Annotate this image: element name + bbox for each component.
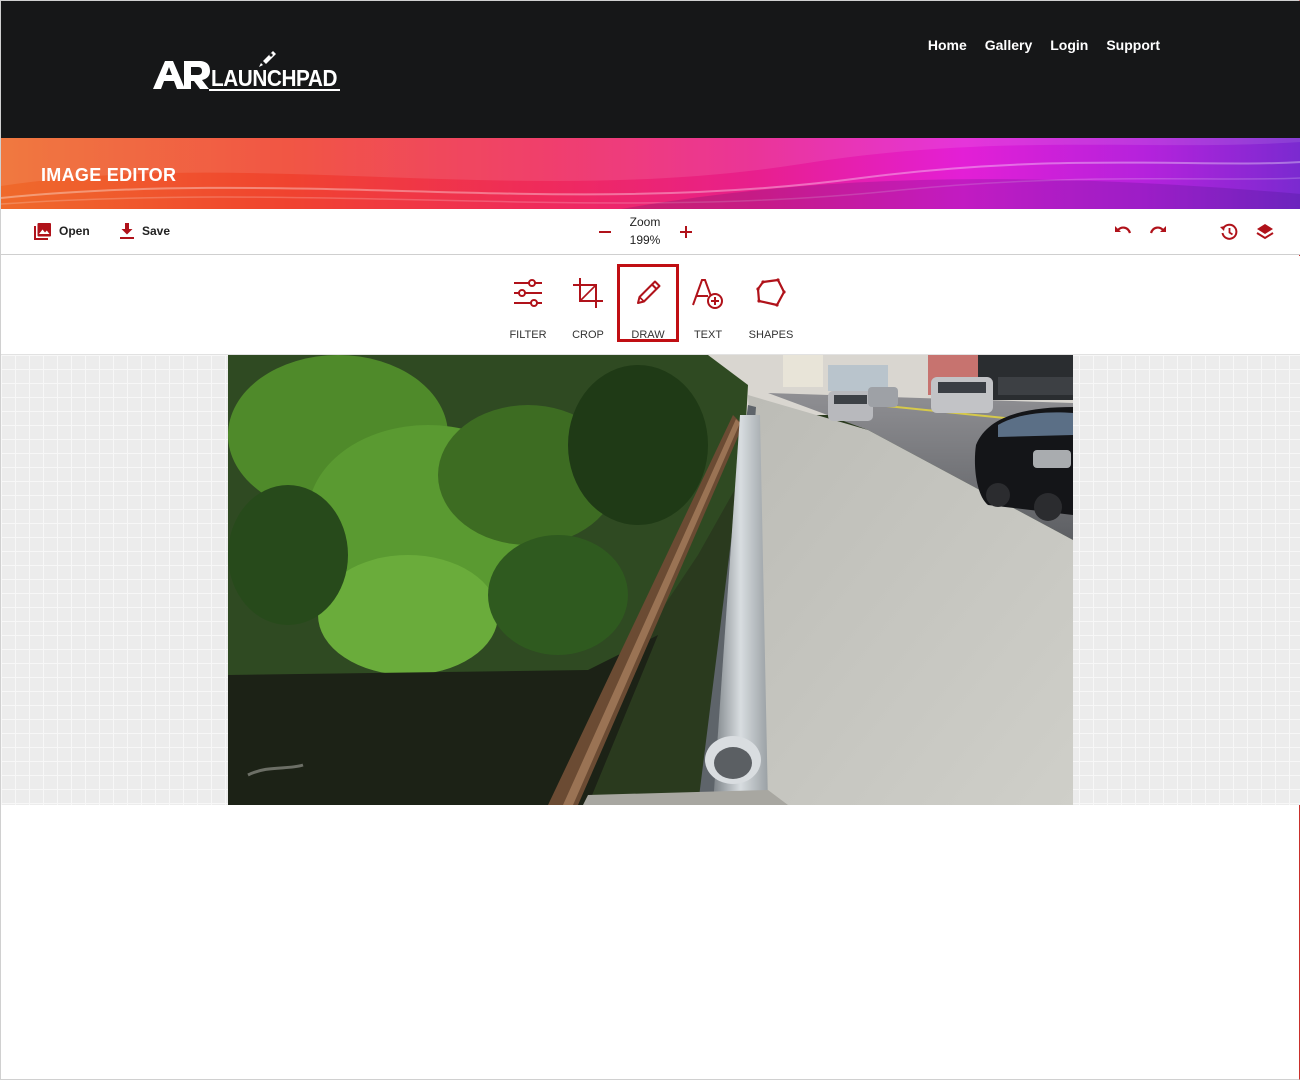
nav-support-link[interactable]: Support bbox=[1106, 37, 1160, 53]
page-title: IMAGE EDITOR bbox=[41, 165, 177, 185]
tool-text-label: TEXT bbox=[693, 329, 723, 341]
tool-crop[interactable]: CROP bbox=[557, 264, 619, 342]
tool-selector: FILTER CROP DRAW TEXT SHAPES bbox=[1, 256, 1300, 355]
zoom-value: 199% bbox=[629, 233, 661, 247]
nav-gallery-link[interactable]: Gallery bbox=[985, 37, 1032, 53]
zoom-out-icon[interactable] bbox=[596, 223, 614, 241]
banner-wave-graphic bbox=[1, 138, 1300, 209]
zoom-in-icon[interactable] bbox=[677, 223, 695, 241]
tool-draw[interactable]: DRAW bbox=[617, 264, 679, 342]
tool-filter[interactable]: FILTER bbox=[497, 264, 559, 342]
editor-toolbar: Open Save Zoom 199% bbox=[1, 209, 1300, 255]
page-banner: IMAGE EDITOR bbox=[1, 138, 1300, 209]
save-button[interactable]: Save bbox=[119, 222, 170, 240]
save-label: Save bbox=[142, 224, 171, 238]
tool-shapes[interactable]: SHAPES bbox=[740, 264, 802, 342]
undo-icon[interactable] bbox=[1113, 222, 1133, 242]
sliders-icon bbox=[514, 279, 542, 307]
ar-launchpad-logo[interactable]: LAUNCHPAD bbox=[151, 45, 343, 95]
editor-canvas[interactable] bbox=[1, 355, 1300, 805]
top-header: LAUNCHPAD Home Gallery Login Support bbox=[1, 1, 1300, 138]
image-open-icon bbox=[34, 223, 51, 240]
zoom-label: Zoom bbox=[629, 215, 661, 229]
nav-login-link[interactable]: Login bbox=[1050, 37, 1088, 53]
tool-filter-label: FILTER bbox=[509, 329, 547, 341]
tool-crop-label: CROP bbox=[572, 329, 604, 341]
redo-icon[interactable] bbox=[1148, 222, 1168, 242]
polygon-icon bbox=[756, 278, 786, 307]
layers-icon[interactable] bbox=[1255, 222, 1275, 242]
edited-photo[interactable] bbox=[228, 355, 1073, 805]
nav-home-link[interactable]: Home bbox=[928, 37, 967, 53]
crop-icon bbox=[573, 278, 603, 308]
zoom-control: Zoom 199% bbox=[591, 214, 701, 250]
pencil-icon bbox=[637, 280, 661, 304]
tool-text[interactable]: TEXT bbox=[677, 264, 739, 342]
open-button[interactable]: Open bbox=[34, 222, 90, 240]
app-window: LAUNCHPAD Home Gallery Login Support IMA… bbox=[0, 0, 1300, 1080]
text-add-icon bbox=[692, 279, 723, 309]
main-nav: Home Gallery Login Support bbox=[928, 37, 1160, 53]
download-icon bbox=[120, 223, 134, 239]
svg-text:LAUNCHPAD: LAUNCHPAD bbox=[211, 65, 337, 91]
tool-draw-label: DRAW bbox=[631, 329, 665, 341]
open-label: Open bbox=[59, 224, 90, 238]
history-icon[interactable] bbox=[1219, 222, 1239, 242]
tool-shapes-label: SHAPES bbox=[748, 329, 794, 341]
